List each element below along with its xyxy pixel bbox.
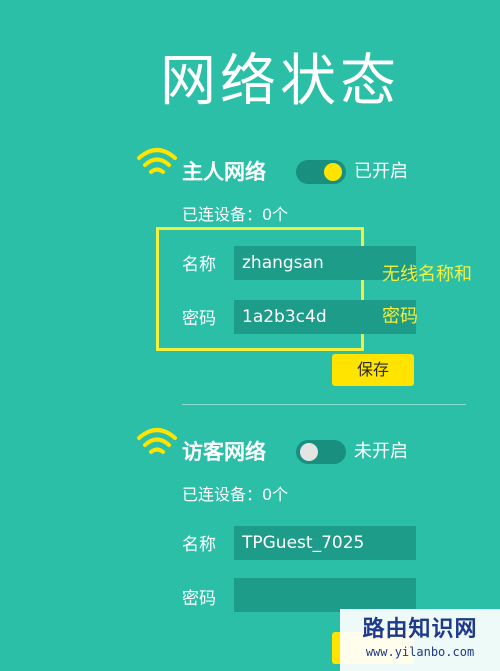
annotation-line-1: 无线名称和 [382, 264, 472, 285]
guest-password-input[interactable] [234, 578, 416, 612]
watermark-logo: 路由知识网 www.yilanbo.com [340, 609, 500, 671]
host-connected-devices: 已连设备：0个 [182, 205, 289, 224]
toggle-knob [324, 163, 342, 181]
host-name-label: 名称 [182, 255, 216, 275]
guest-connected-devices: 已连设备：0个 [182, 485, 289, 504]
guest-name-input[interactable] [234, 526, 416, 560]
wifi-icon [137, 428, 177, 454]
guest-network-toggle[interactable] [296, 440, 346, 464]
section-divider [182, 404, 466, 405]
guest-network-status: 未开启 [354, 441, 408, 462]
toggle-knob [300, 443, 318, 461]
save-button[interactable]: 保存 [332, 354, 414, 386]
host-network-toggle[interactable] [296, 160, 346, 184]
guest-password-label: 密码 [182, 589, 216, 609]
watermark-text: 路由知识网 [362, 617, 478, 642]
host-network-title: 主人网络 [182, 160, 266, 184]
wifi-icon [137, 148, 177, 174]
annotation-line-2: 密码 [382, 306, 418, 327]
guest-name-label: 名称 [182, 535, 216, 555]
page-title: 网络状态 [160, 49, 400, 114]
host-network-status: 已开启 [354, 161, 408, 182]
guest-network-title: 访客网络 [182, 440, 266, 464]
host-password-label: 密码 [182, 309, 216, 329]
watermark-url: www.yilanbo.com [365, 645, 475, 659]
